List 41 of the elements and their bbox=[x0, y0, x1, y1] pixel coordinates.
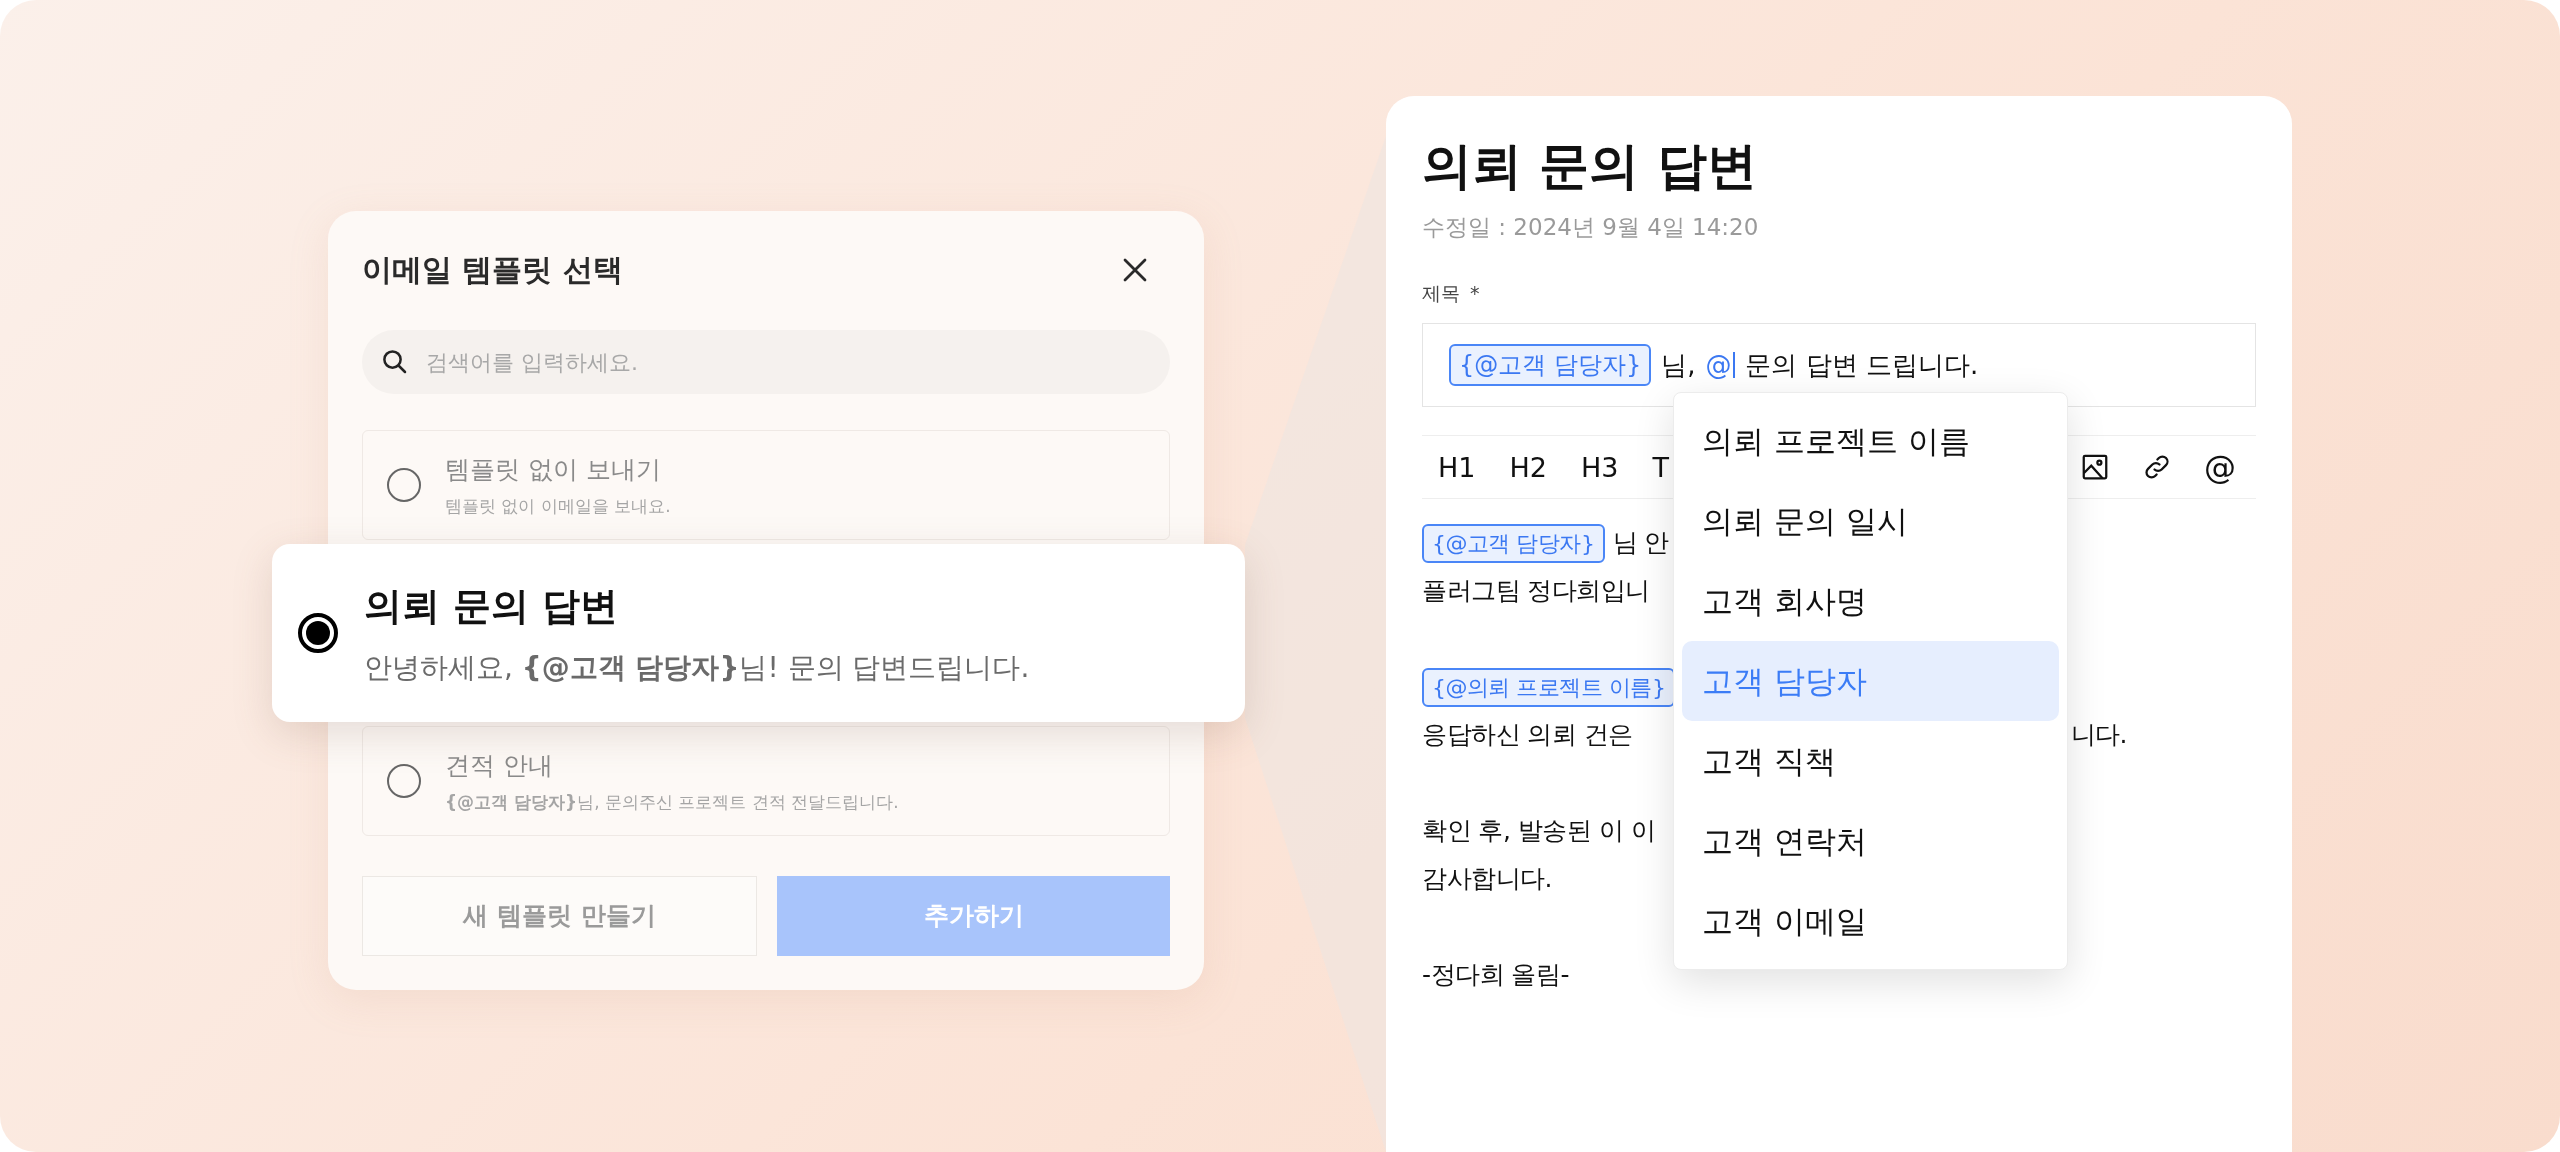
menu-item[interactable]: 고객 회사명 bbox=[1682, 561, 2059, 641]
body-text: 문의 답변 드립니다. bbox=[1745, 348, 1979, 382]
required-mark: * bbox=[1470, 280, 1480, 306]
image-icon[interactable] bbox=[2080, 452, 2110, 482]
mention-trigger: @ bbox=[1705, 345, 1736, 385]
body-text: 님 안 bbox=[1612, 527, 1669, 560]
radio-icon bbox=[387, 764, 421, 798]
dialog-title: 이메일 템플릿 선택 bbox=[362, 251, 623, 289]
format-tool[interactable]: H3 bbox=[1580, 453, 1619, 481]
variable-tag: {@고객 담당자} bbox=[1449, 344, 1652, 386]
modified-date: 수정일 : 2024년 9월 4일 14:20 bbox=[1422, 213, 1760, 242]
template-title: 템플릿 없이 보내기 bbox=[445, 453, 662, 486]
body-text: 플러그팀 정다희입니 bbox=[1422, 575, 1650, 608]
link-icon[interactable] bbox=[2142, 452, 2172, 482]
menu-item[interactable]: 고객 직책 bbox=[1682, 721, 2059, 801]
field-label: 제목 bbox=[1422, 280, 1460, 306]
search-field[interactable]: 검색어를 입력하세요. bbox=[362, 330, 1170, 394]
radio-selected-icon bbox=[298, 613, 338, 653]
template-title: 견적 안내 bbox=[445, 749, 554, 782]
template-option[interactable]: 의뢰 문의 답변 안녕하세요, {@고객 담당자}님! 문의 답변드립니다. bbox=[272, 544, 1245, 722]
template-title: 의뢰 문의 답변 bbox=[364, 582, 620, 630]
menu-item[interactable]: 고객 연락처 bbox=[1682, 801, 2059, 881]
body-text: 감사합니다. bbox=[1422, 863, 1552, 896]
format-tool[interactable]: H1 bbox=[1438, 453, 1476, 481]
format-tool[interactable]: T bbox=[1652, 453, 1669, 481]
body-text: 응답하신 의뢰 건은 bbox=[1422, 719, 1633, 752]
menu-item[interactable]: 고객 이메일 bbox=[1682, 881, 2059, 961]
body-text: 확인 후, 발송된 이 이 bbox=[1422, 815, 1656, 848]
template-description: {@고객 담당자}님, 문의주신 프로젝트 견적 전달드립니다. bbox=[445, 791, 899, 814]
body-text: 니다. bbox=[2070, 719, 2127, 752]
template-description: 안녕하세요, {@고객 담당자}님! 문의 답변드립니다. bbox=[364, 649, 1030, 686]
document-title: 의뢰 문의 답변 bbox=[1422, 136, 1758, 196]
variable-tag: {@고객 담당자} bbox=[1422, 523, 1605, 563]
body-text: -정다희 올림- bbox=[1422, 959, 1569, 992]
body-text: 님, bbox=[1661, 348, 1696, 382]
menu-item[interactable]: 의뢰 문의 일시 bbox=[1682, 481, 2059, 561]
format-tool[interactable]: H2 bbox=[1509, 453, 1547, 481]
template-description: 템플릿 없이 이메일을 보내요. bbox=[445, 495, 671, 518]
radio-icon bbox=[387, 468, 421, 502]
mention-tool[interactable]: @ bbox=[2204, 451, 2236, 483]
variable-tag: {@의뢰 프로젝트 이름} bbox=[1422, 667, 1676, 707]
